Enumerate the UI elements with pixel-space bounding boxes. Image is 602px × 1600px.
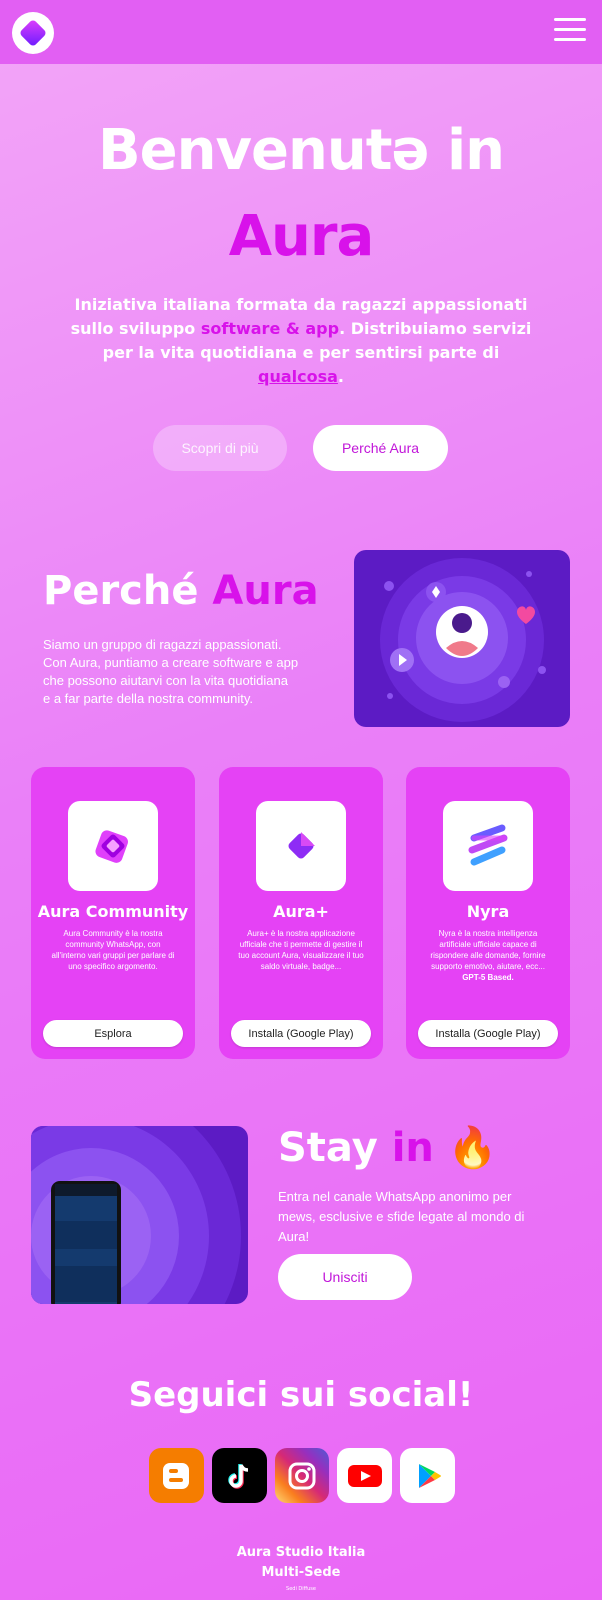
card-aura-community: Aura Community Aura Community è la nostr… — [31, 767, 195, 1059]
why-aura-text: Siamo un gruppo di ragazzi appassionati.… — [43, 636, 333, 708]
navbar — [0, 0, 602, 64]
card-description: Aura Community è la nostra community Wha… — [49, 928, 177, 972]
card-nyra: Nyra Nyra è la nostra intelligenza artif… — [406, 767, 570, 1059]
why-title-plain: Perché — [43, 568, 213, 614]
stay-in-text: Entra nel canale WhatsApp anonimo per me… — [278, 1189, 525, 1244]
footer-tiny-text: Sedi Diffuse — [286, 1586, 316, 1592]
hero-desc-link[interactable]: qualcosa — [258, 367, 338, 386]
join-button[interactable]: Unisciti — [278, 1254, 412, 1300]
instagram-icon[interactable] — [274, 1448, 330, 1503]
footer-subtitle: Multi-Sede — [261, 1565, 341, 1580]
card-aura-plus: Aura+ Aura+ è la nostra applicazione uff… — [219, 767, 383, 1059]
hero-desc-highlight: software & app — [200, 319, 340, 338]
why-aura-button[interactable]: Perché Aura — [313, 425, 448, 471]
card-description: Nyra è la nostra intelligenza artificial… — [424, 928, 552, 983]
hero-title-line2: Aura — [228, 204, 375, 269]
install-google-play-button[interactable]: Installa (Google Play) — [418, 1020, 558, 1047]
install-google-play-button[interactable]: Installa (Google Play) — [231, 1020, 371, 1047]
why-text-line: e a far parte della nostra community. — [43, 691, 254, 706]
whatsapp-channel-illustration — [31, 1126, 248, 1304]
card-desc-text: Nyra è la nostra intelligenza artificial… — [430, 929, 546, 971]
discover-more-button[interactable]: Scopri di più — [153, 425, 287, 471]
hero-title-line1: Benvenutə in — [97, 118, 505, 183]
aura-logo-icon[interactable] — [12, 12, 54, 54]
why-text-line: Con Aura, puntiamo a creare software e a… — [43, 655, 299, 670]
why-aura-title: Perché Aura — [43, 568, 319, 614]
hero-description: Iniziativa italiana formata da ragazzi a… — [70, 293, 532, 389]
card-title: Aura Community — [37, 902, 189, 921]
card-title: Nyra — [466, 902, 510, 921]
card-title: Aura+ — [273, 902, 329, 921]
why-title-accent: Aura — [212, 568, 319, 614]
stay-in-title: Stay in 🔥 — [278, 1124, 498, 1171]
explore-button[interactable]: Esplora — [43, 1020, 183, 1047]
why-text-line: Siamo un gruppo di ragazzi appassionati. — [43, 637, 282, 652]
card-desc-text: Aura+ è la nostra applicazione ufficiale… — [238, 929, 364, 971]
card-desc-text: Aura Community è la nostra community Wha… — [51, 929, 175, 971]
stay-title-accent: in — [391, 1125, 434, 1171]
footer-company-name: Aura Studio Italia — [236, 1545, 366, 1560]
nyra-icon — [443, 801, 533, 891]
social-icons-row — [149, 1448, 455, 1504]
community-illustration — [354, 550, 570, 727]
youtube-icon[interactable] — [337, 1448, 393, 1503]
why-text-line: che possono aiutarvi con la vita quotidi… — [43, 673, 288, 688]
tiktok-icon[interactable] — [211, 1448, 267, 1503]
aura-plus-icon — [256, 801, 346, 891]
google-play-icon[interactable] — [400, 1448, 455, 1503]
blogger-icon[interactable] — [149, 1448, 204, 1503]
social-title: Seguici sui social! — [128, 1375, 474, 1415]
fire-icon: 🔥 — [447, 1125, 498, 1171]
card-desc-extra: GPT-5 Based. — [462, 973, 514, 982]
stay-title-plain: Stay — [278, 1125, 392, 1171]
card-description: Aura+ è la nostra applicazione ufficiale… — [237, 928, 365, 972]
logo-diamond — [18, 18, 48, 48]
aura-community-icon — [68, 801, 158, 891]
hero-desc-end: . — [337, 367, 344, 386]
hamburger-menu-icon[interactable] — [554, 18, 586, 42]
